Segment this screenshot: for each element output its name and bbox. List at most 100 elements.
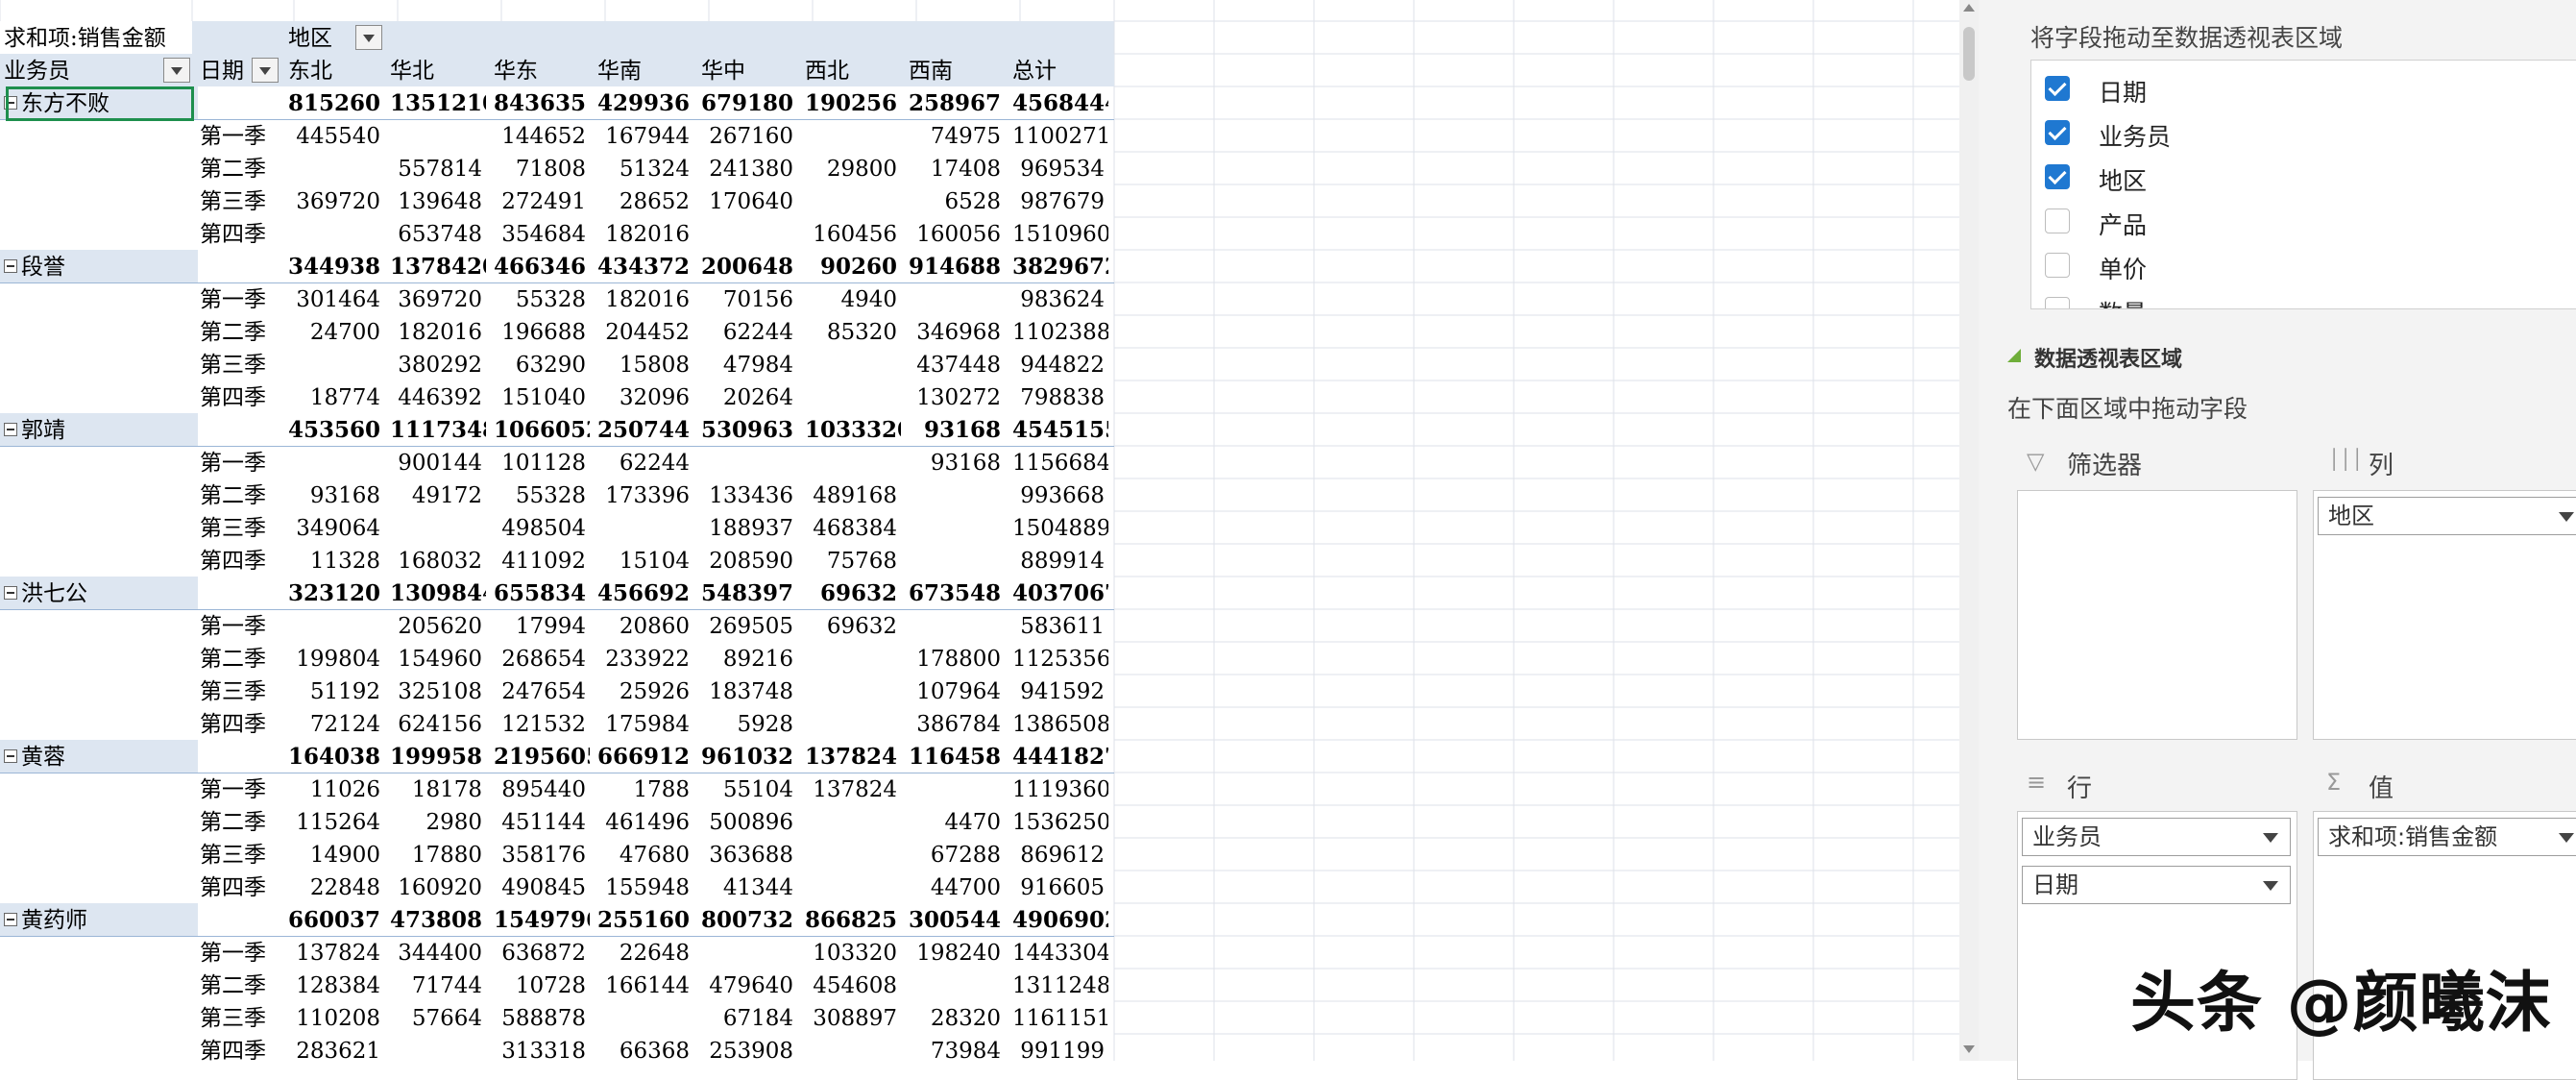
value-cell[interactable]: 583611 — [1012, 609, 1108, 642]
value-cell[interactable] — [288, 217, 384, 250]
value-cell[interactable] — [597, 1001, 693, 1034]
value-cell[interactable]: 10728 — [494, 969, 590, 1001]
value-cell[interactable] — [805, 707, 901, 740]
value-cell[interactable]: 301464 — [288, 282, 384, 315]
value-cell[interactable]: 151040 — [494, 380, 590, 413]
value-cell[interactable]: 32096 — [597, 380, 693, 413]
value-cell[interactable]: 941592 — [1012, 675, 1108, 707]
value-cell[interactable]: 22848 — [288, 871, 384, 903]
subtotal-cell[interactable]: 4568444 — [1012, 86, 1108, 119]
value-cell[interactable] — [390, 119, 486, 152]
value-cell[interactable]: 160456 — [805, 217, 901, 250]
value-cell[interactable]: 253908 — [701, 1034, 797, 1061]
quarter-label[interactable]: 第二季 — [200, 642, 286, 675]
collapse-icon[interactable] — [4, 259, 17, 273]
subtotal-cell[interactable]: 866825 — [805, 903, 901, 936]
value-cell[interactable]: 198240 — [909, 936, 1005, 969]
value-cell[interactable]: 208590 — [701, 544, 797, 577]
quarter-label[interactable]: 第一季 — [200, 773, 286, 805]
value-cell[interactable]: 983624 — [1012, 282, 1108, 315]
subtotal-cell[interactable]: 200648 — [701, 250, 797, 282]
value-cell[interactable]: 557814 — [390, 152, 486, 184]
salesperson-group-row[interactable]: 段誉 34493813784204663464343722006489026091… — [0, 250, 1114, 283]
subtotal-cell[interactable]: 137824 — [805, 740, 901, 773]
checkbox-checked-icon[interactable] — [2045, 120, 2070, 145]
value-cell[interactable]: 74975 — [909, 119, 1005, 152]
value-cell[interactable]: 437448 — [909, 348, 1005, 380]
value-cell[interactable] — [805, 380, 901, 413]
subtotal-cell[interactable]: 4037067 — [1012, 577, 1108, 609]
value-cell[interactable]: 66368 — [597, 1034, 693, 1061]
quarter-label[interactable]: 第二季 — [200, 969, 286, 1001]
value-cell[interactable] — [805, 348, 901, 380]
value-cell[interactable]: 167944 — [597, 119, 693, 152]
subtotal-cell[interactable]: 660037 — [288, 903, 384, 936]
value-cell[interactable]: 468384 — [805, 511, 901, 544]
quarter-label[interactable]: 第三季 — [200, 1001, 286, 1034]
value-cell[interactable]: 154960 — [390, 642, 486, 675]
subtotal-cell[interactable]: 453560 — [288, 413, 384, 446]
value-cell[interactable]: 895440 — [494, 773, 590, 805]
salesperson-name[interactable]: 黄蓉 — [0, 740, 192, 773]
subtotal-cell[interactable]: 1066052 — [494, 413, 590, 446]
value-cell[interactable]: 1102388 — [1012, 315, 1108, 348]
value-cell[interactable]: 889914 — [1012, 544, 1108, 577]
value-cell[interactable]: 110208 — [288, 1001, 384, 1034]
value-cell[interactable]: 55328 — [494, 479, 590, 511]
section-collapse-icon[interactable] — [2007, 349, 2021, 362]
quarter-row[interactable]: 第二季 24700 182016 196688 204452 62244 85320 3469… — [0, 315, 1114, 348]
subtotal-cell[interactable]: 666912 — [597, 740, 693, 773]
subtotal-cell[interactable]: 679180 — [701, 86, 797, 119]
quarter-label[interactable]: 第三季 — [200, 838, 286, 871]
value-cell[interactable]: 900144 — [390, 446, 486, 479]
value-cell[interactable] — [390, 1034, 486, 1061]
value-cell[interactable]: 25926 — [597, 675, 693, 707]
subtotal-cell[interactable]: 164038 — [288, 740, 384, 773]
value-cell[interactable]: 137824 — [805, 773, 901, 805]
value-cell[interactable] — [805, 838, 901, 871]
value-cell[interactable]: 17880 — [390, 838, 486, 871]
quarter-row[interactable]: 第一季 445540 144652 167944 267160 74975 1100271 — [0, 119, 1114, 152]
subtotal-cell[interactable]: 69632 — [805, 577, 901, 609]
value-cell[interactable] — [805, 805, 901, 838]
subtotal-cell[interactable]: 1033320 — [805, 413, 901, 446]
value-cell[interactable]: 63290 — [494, 348, 590, 380]
value-cell[interactable]: 653748 — [390, 217, 486, 250]
value-cell[interactable]: 445540 — [288, 119, 384, 152]
subtotal-cell[interactable]: 1549796 — [494, 903, 590, 936]
value-cell[interactable]: 204452 — [597, 315, 693, 348]
subtotal-cell[interactable]: 323120 — [288, 577, 384, 609]
value-cell[interactable]: 490845 — [494, 871, 590, 903]
value-cell[interactable]: 916605 — [1012, 871, 1108, 903]
value-cell[interactable]: 241380 — [701, 152, 797, 184]
quarter-label[interactable]: 第四季 — [200, 1034, 286, 1061]
value-cell[interactable]: 175984 — [597, 707, 693, 740]
subtotal-cell[interactable]: 2195605 — [494, 740, 590, 773]
subtotal-cell[interactable]: 1378420 — [390, 250, 486, 282]
value-cell[interactable]: 160056 — [909, 217, 1005, 250]
value-cell[interactable]: 28320 — [909, 1001, 1005, 1034]
value-cell[interactable] — [701, 446, 797, 479]
quarter-label[interactable]: 第四季 — [200, 544, 286, 577]
quarter-row[interactable]: 第二季 199804 154960 268654 233922 89216 178800 11… — [0, 642, 1114, 675]
value-cell[interactable] — [909, 773, 1005, 805]
subtotal-cell[interactable]: 93168 — [909, 413, 1005, 446]
value-cell[interactable]: 188937 — [701, 511, 797, 544]
value-cell[interactable] — [805, 642, 901, 675]
value-cell[interactable]: 15104 — [597, 544, 693, 577]
value-cell[interactable]: 267160 — [701, 119, 797, 152]
value-cell[interactable]: 130272 — [909, 380, 1005, 413]
value-cell[interactable]: 62244 — [701, 315, 797, 348]
subtotal-cell[interactable]: 434372 — [597, 250, 693, 282]
value-cell[interactable]: 1510960 — [1012, 217, 1108, 250]
quarter-row[interactable]: 第一季 137824 344400 636872 22648 103320 198240 14… — [0, 936, 1114, 969]
value-cell[interactable] — [288, 348, 384, 380]
subtotal-cell[interactable]: 4441827 — [1012, 740, 1108, 773]
value-cell[interactable]: 44700 — [909, 871, 1005, 903]
value-cell[interactable]: 70156 — [701, 282, 797, 315]
salesperson-name[interactable]: 黄药师 — [0, 903, 192, 936]
quarter-row[interactable]: 第二季 115264 2980 451144 461496 500896 4470 15362… — [0, 805, 1114, 838]
value-cell[interactable]: 196688 — [494, 315, 590, 348]
checkbox-unchecked-icon[interactable] — [2045, 297, 2070, 308]
quarter-label[interactable]: 第四季 — [200, 871, 286, 903]
